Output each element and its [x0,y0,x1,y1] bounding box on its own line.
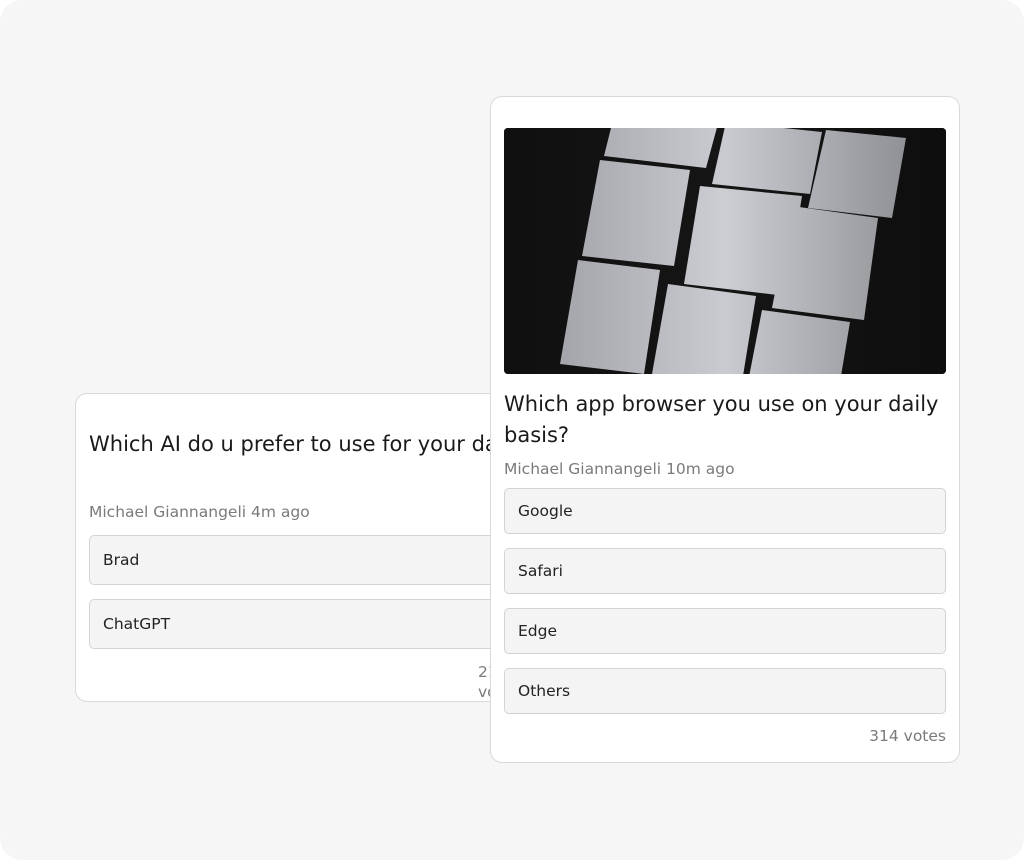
poll-option-label: ChatGPT [103,615,171,633]
poll-option-label: Others [518,682,571,700]
poll-meta: Michael Giannangeli 10m ago [504,459,735,479]
poll-question: Which app browser you use on your daily … [504,392,939,447]
poll-question: Which AI do u prefer to use for your dai… [89,432,514,456]
poll-option-label: Brad [103,551,140,569]
poll-vote-count: 314 votes [869,727,946,745]
poll-option-others[interactable]: Others [504,668,946,714]
poll-option-edge[interactable]: Edge [504,608,946,654]
poll-option-safari[interactable]: Safari [504,548,946,594]
poll-card-front: Which app browser you use on your daily … [490,96,960,763]
canvas: Which AI do u prefer to use for your dai… [0,0,1024,860]
poll-author[interactable]: Michael Giannangeli [504,460,661,478]
poll-time: 10m ago [666,460,735,478]
poll-option-label: Safari [518,562,563,580]
poll-option-label: Google [518,502,573,520]
sticky-notes-photo [504,128,946,374]
poll-image [504,128,946,374]
poll-option-google[interactable]: Google [504,488,946,534]
poll-option-chatgpt[interactable]: ChatGPT [89,599,514,649]
poll-option-label: Edge [518,622,558,640]
poll-author[interactable]: Michael Giannangeli [89,503,246,521]
poll-time: 4m ago [251,503,310,521]
poll-meta: Michael Giannangeli 4m ago [89,502,310,522]
poll-option-brad[interactable]: Brad [89,535,514,585]
poll-card-back: Which AI do u prefer to use for your dai… [75,393,515,702]
